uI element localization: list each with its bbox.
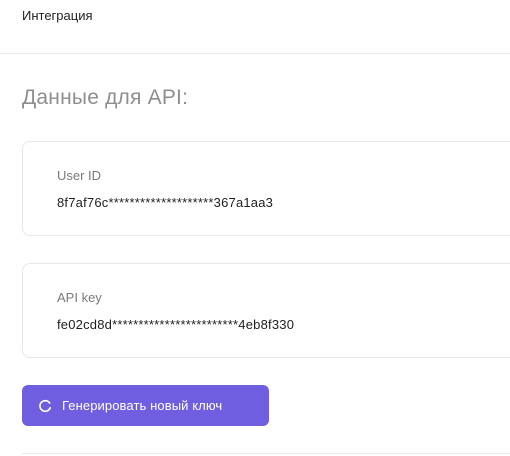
user-id-label: User ID: [57, 168, 102, 183]
generate-new-key-label: Генерировать новый ключ: [62, 398, 223, 413]
user-id-card: User ID 8f7af76c********************367a…: [22, 141, 510, 236]
page-header: Интеграция: [0, 0, 510, 54]
api-key-card: API key fe02cd8d************************…: [22, 263, 510, 358]
api-data-heading: Данные для API:: [22, 86, 189, 109]
integration-page: Интеграция Данные для API: User ID 8f7af…: [0, 0, 510, 456]
bottom-divider: [22, 453, 510, 454]
generate-new-key-button[interactable]: Генерировать новый ключ: [22, 385, 269, 426]
api-key-value[interactable]: fe02cd8d************************4eb8f330: [57, 317, 294, 332]
page-title: Интеграция: [22, 8, 93, 23]
api-key-label: API key: [57, 290, 102, 305]
refresh-icon: [38, 399, 52, 413]
user-id-value[interactable]: 8f7af76c********************367a1aa3: [57, 195, 273, 210]
